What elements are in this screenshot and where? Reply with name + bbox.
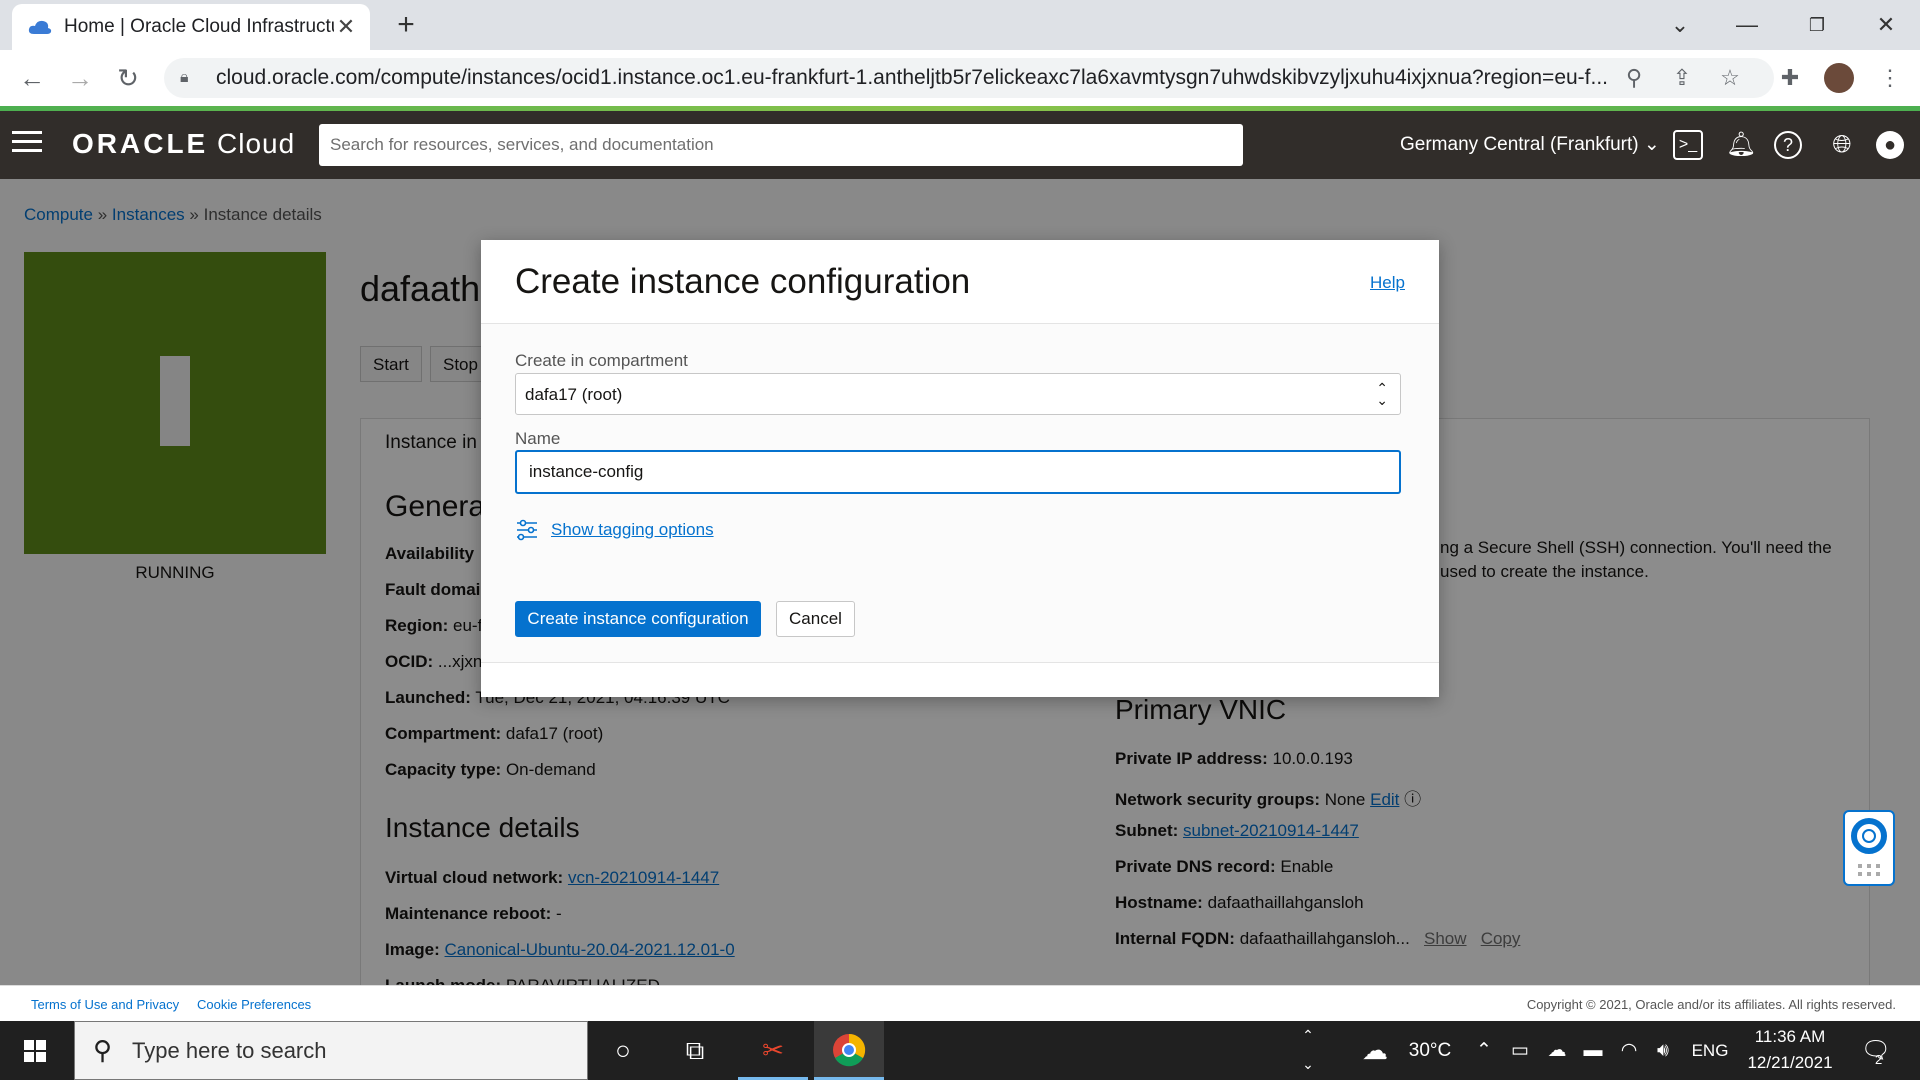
taskbar-scroll-icon[interactable]: ⌃ ⌄: [1296, 1021, 1320, 1080]
forward-icon[interactable]: →: [64, 62, 96, 94]
language-indicator[interactable]: ENG: [1688, 1021, 1732, 1080]
bookmark-star-icon[interactable]: ☆: [1714, 62, 1746, 94]
snipping-tool-icon[interactable]: ✂: [738, 1021, 808, 1080]
notifications-bell-icon[interactable]: 🔔︎: [1724, 128, 1758, 162]
terms-link[interactable]: Terms of Use and Privacy: [31, 997, 179, 1012]
lock-icon: 🔒︎: [180, 69, 189, 86]
wifi-icon[interactable]: ◠: [1614, 1021, 1644, 1080]
battery-icon[interactable]: ▬: [1578, 1021, 1608, 1080]
cloud-shell-icon[interactable]: >_: [1673, 130, 1703, 160]
taskbar-search[interactable]: ⚲ Type here to search: [74, 1021, 588, 1080]
cookie-preferences-link[interactable]: Cookie Preferences: [197, 997, 311, 1012]
task-view-icon[interactable]: ⧉: [660, 1021, 730, 1080]
weather-cloud-icon[interactable]: ☁: [1355, 1021, 1395, 1080]
profile-avatar[interactable]: [1824, 63, 1854, 93]
clock[interactable]: 11:36 AM 12/21/2021: [1735, 1024, 1845, 1076]
meet-now-icon[interactable]: ▭: [1508, 1021, 1532, 1080]
show-tagging-options-link[interactable]: Show tagging options: [551, 520, 714, 540]
temperature[interactable]: 30°C: [1400, 1021, 1460, 1080]
minimize-icon[interactable]: —: [1727, 8, 1767, 42]
help-link[interactable]: Help: [1370, 273, 1405, 293]
help-widget[interactable]: [1843, 810, 1895, 886]
oci-search-input[interactable]: Search for resources, services, and docu…: [319, 124, 1243, 166]
page-footer: Terms of Use and Privacy Cookie Preferen…: [0, 985, 1920, 1021]
volume-icon[interactable]: 🔊︎: [1648, 1021, 1678, 1080]
back-icon[interactable]: ←: [16, 62, 48, 94]
chrome-icon[interactable]: [814, 1021, 884, 1080]
tab-search-icon[interactable]: ⌄: [1660, 8, 1700, 42]
close-tab-icon[interactable]: ✕: [334, 14, 358, 40]
search-icon: ⚲: [93, 1035, 113, 1065]
url-text: cloud.oracle.com/compute/instances/ocid1…: [216, 66, 1609, 89]
user-profile-icon[interactable]: ●: [1876, 131, 1904, 159]
browser-menu-icon[interactable]: ⋮: [1874, 62, 1906, 94]
cancel-button[interactable]: Cancel: [776, 601, 855, 637]
extensions-icon[interactable]: ✚: [1774, 62, 1806, 94]
tab-title: Home | Oracle Cloud Infrastructu: [64, 16, 334, 37]
reload-icon[interactable]: ↻: [112, 62, 144, 94]
region-selector[interactable]: Germany Central (Frankfurt) ⌄: [1400, 133, 1660, 156]
select-updown-icon: ⌃ ⌄: [1376, 380, 1388, 408]
share-icon[interactable]: ⇪: [1666, 62, 1698, 94]
restore-icon[interactable]: ❐: [1797, 8, 1837, 42]
zoom-icon[interactable]: ⚲: [1618, 62, 1650, 94]
compartment-select[interactable]: dafa17 (root) ⌃ ⌄: [515, 373, 1401, 415]
divider: [481, 662, 1439, 663]
hamburger-menu-icon[interactable]: [12, 131, 42, 155]
name-input[interactable]: [515, 450, 1401, 494]
help-icon[interactable]: ?: [1774, 131, 1802, 159]
browser-tab[interactable]: Home | Oracle Cloud Infrastructu ✕: [12, 4, 370, 50]
address-bar[interactable]: 🔒︎ cloud.oracle.com/compute/instances/oc…: [164, 58, 1774, 98]
tagging-options-icon[interactable]: [515, 518, 539, 542]
windows-start-icon[interactable]: [0, 1021, 70, 1080]
create-instance-config-button[interactable]: Create instance configuration: [515, 601, 761, 637]
cortana-icon[interactable]: ○: [588, 1021, 658, 1080]
copyright: Copyright © 2021, Oracle and/or its affi…: [1526, 997, 1896, 1012]
oracle-cloud-logo[interactable]: ORACLE Cloud: [72, 128, 295, 160]
window-close-icon[interactable]: ✕: [1866, 8, 1906, 42]
create-instance-config-dialog: Create instance configuration Help Creat…: [481, 240, 1439, 697]
dialog-title: Create instance configuration: [515, 262, 971, 301]
language-globe-icon[interactable]: 🌐︎: [1825, 128, 1859, 162]
compartment-label: Create in compartment: [515, 351, 688, 370]
show-hidden-icons-icon[interactable]: ⌃: [1472, 1021, 1496, 1080]
oracle-cloud-favicon: [28, 20, 52, 34]
onedrive-icon[interactable]: ☁: [1542, 1021, 1572, 1080]
notifications-icon[interactable]: 🗨︎: [1856, 1021, 1896, 1080]
lifebuoy-icon: [1851, 818, 1887, 876]
name-label: Name: [515, 429, 561, 448]
notification-count: 2: [1875, 1052, 1883, 1067]
new-tab-icon[interactable]: +: [392, 8, 420, 42]
